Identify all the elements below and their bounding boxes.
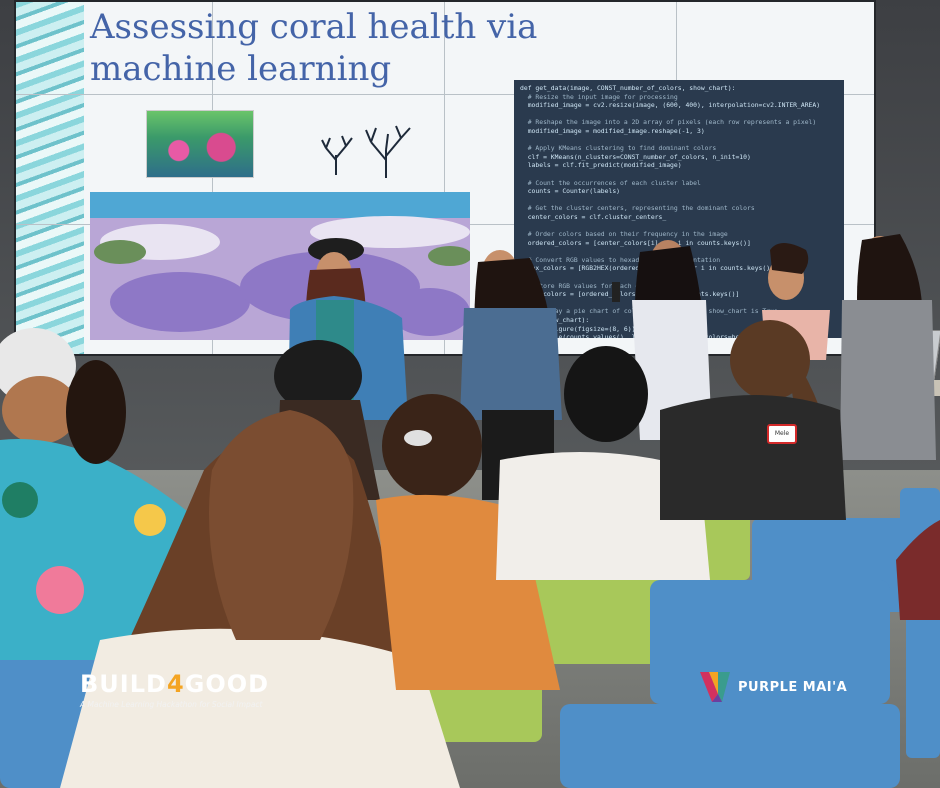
build4good-logo-digit: 4: [166, 670, 185, 698]
presenter-laptop: [840, 234, 936, 460]
name-tag: Mele: [767, 424, 797, 444]
build4good-logo: BUILD4GOOD: [80, 670, 269, 698]
classroom-photo: Assessing coral health via machine learn…: [0, 0, 940, 788]
build4good-logo-suffix: GOOD: [184, 670, 270, 698]
purple-maia-logo: PURPLE MAI'A: [700, 672, 847, 702]
build4good-tagline: A Machine Learning Hackathon for Social …: [80, 700, 263, 709]
build4good-logo-prefix: BUILD: [80, 670, 167, 698]
audience-member-dark-hair-left: [66, 360, 126, 464]
purple-maia-logo-spacer: [700, 672, 732, 702]
purple-maia-text: PURPLE MAI'A: [738, 679, 848, 695]
